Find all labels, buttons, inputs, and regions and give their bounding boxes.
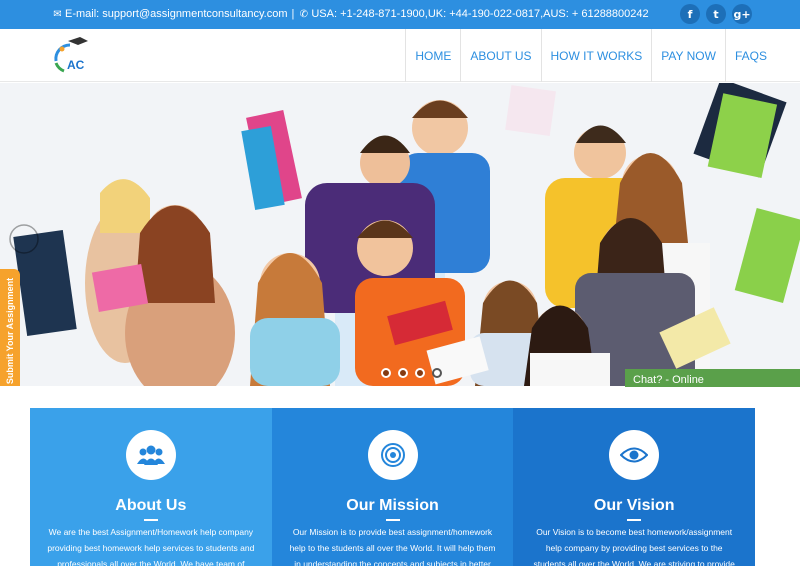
- about-us-title: About Us: [30, 497, 272, 515]
- about-us-card: About Us We are the best Assignment/Home…: [30, 408, 272, 569]
- twitter-icon[interactable]: t: [706, 4, 726, 24]
- our-mission-card: Our Mission Our Mission is to provide be…: [271, 408, 514, 585]
- contact-phones: USA: +1-248-871-1900,UK: +44-190-022-081…: [311, 8, 649, 20]
- slider-dot-2[interactable]: [398, 368, 408, 378]
- facebook-icon[interactable]: f: [680, 4, 700, 24]
- submit-assignment-label: Submit Your Assignment: [5, 277, 15, 385]
- target-icon: [367, 430, 418, 480]
- site-logo[interactable]: AC: [50, 37, 90, 75]
- our-vision-card: Our Vision Our Vision is to become best …: [513, 408, 756, 585]
- contact-info: ✉ E-mail: support@assignmentconsultancy.c…: [52, 8, 649, 20]
- hero-slider: Submit Your Assignment: [0, 83, 800, 386]
- chat-widget[interactable]: Chat? - Online: [625, 369, 800, 387]
- our-mission-title: Our Mission: [272, 497, 514, 515]
- slider-dot-4[interactable]: [432, 368, 442, 378]
- feature-cards: About Us We are the best Assignment/Home…: [30, 408, 756, 585]
- nav-pay-now[interactable]: PAY NOW: [651, 29, 725, 82]
- our-vision-text: Our Vision is to become best homework/as…: [533, 527, 735, 585]
- top-contact-bar: ✉ E-mail: support@assignmentconsultancy.c…: [0, 0, 800, 29]
- social-links: f t g+: [680, 4, 752, 24]
- submit-assignment-tab[interactable]: Submit Your Assignment: [0, 269, 20, 386]
- envelope-icon: ✉: [53, 9, 62, 20]
- our-mission-text: Our Mission is to provide best assignmen…: [289, 527, 496, 585]
- eye-icon: [609, 430, 660, 480]
- about-us-text: We are the best Assignment/Homework help…: [47, 527, 255, 569]
- users-icon: [125, 430, 176, 480]
- site-header: AC HOME ABOUT US HOW IT WORKS PAY NOW FA…: [0, 29, 800, 82]
- main-navigation: HOME ABOUT US HOW IT WORKS PAY NOW FAQS: [405, 29, 776, 82]
- divider: |: [291, 8, 295, 20]
- logo-text: AC: [67, 58, 85, 72]
- phone-icon: ✆: [299, 9, 309, 20]
- slider-dot-1[interactable]: [381, 368, 391, 378]
- hero-photo-students: [0, 83, 800, 386]
- nav-faqs[interactable]: FAQS: [724, 29, 776, 82]
- nav-about-us[interactable]: ABOUT US: [460, 29, 540, 82]
- slider-dot-3[interactable]: [415, 368, 425, 378]
- slider-prev-arrow-icon[interactable]: [8, 223, 40, 255]
- nav-how-it-works[interactable]: HOW IT WORKS: [540, 29, 652, 82]
- contact-email[interactable]: E-mail: support@assignmentconsultancy.co…: [65, 8, 288, 20]
- google-plus-icon[interactable]: g+: [732, 4, 752, 24]
- nav-home[interactable]: HOME: [405, 29, 460, 82]
- our-vision-title: Our Vision: [513, 497, 755, 515]
- slider-pagination: [381, 368, 442, 378]
